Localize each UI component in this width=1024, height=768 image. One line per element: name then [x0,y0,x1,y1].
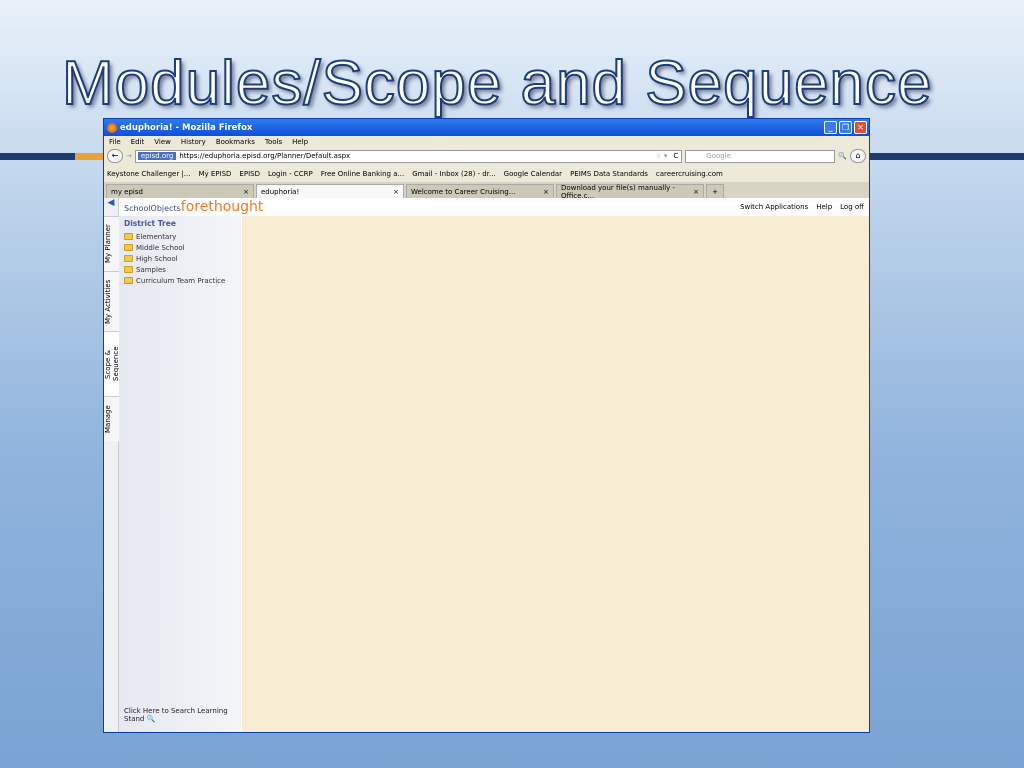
title-bar: eduphoria! - Mozilla Firefox _ ❐ ✕ [104,119,869,136]
navigation-bar: ← → episd.org https://eduphoria.episd.or… [104,147,869,165]
menu-file[interactable]: File [109,138,121,146]
main-workspace [242,216,869,732]
menu-history[interactable]: History [181,138,206,146]
bookmark-item[interactable]: EPISD [239,170,260,178]
bookmark-item[interactable]: Login - CCRP [268,170,313,178]
close-tab-icon[interactable]: × [243,188,249,196]
folder-icon [124,233,133,240]
window-title: eduphoria! - Mozilla Firefox [120,122,253,133]
bookmarks-toolbar: Keystone Challenger |... My EPISD EPISD … [104,165,869,182]
menu-tools[interactable]: Tools [265,138,282,146]
folder-icon [124,277,133,284]
bookmark-item[interactable]: PEIMS Data Standards [570,170,648,178]
tab-download[interactable]: Download your file(s) manually - Office.… [556,184,704,200]
forward-button[interactable]: → [126,152,132,160]
tab-my-episd[interactable]: my episd × [106,184,254,198]
close-tab-icon[interactable]: × [693,188,699,196]
bookmark-item[interactable]: My EPISD [198,170,231,178]
divider-accent [75,153,103,160]
tree-node-curriculum-team-practice[interactable]: Curriculum Team Practice [119,275,241,286]
menu-edit[interactable]: Edit [131,138,145,146]
bookmark-item[interactable]: Keystone Challenger |... [107,170,190,178]
tab-label: my episd [111,187,143,196]
close-button[interactable]: ✕ [854,121,867,134]
site-identity[interactable]: episd.org [137,152,177,160]
close-tab-icon[interactable]: × [393,188,399,196]
search-input[interactable]: Google [685,149,836,163]
page-content: SchoolObjectsforethought Switch Applicat… [104,198,869,732]
slide-title: Modules/Scope and Sequence [61,48,933,119]
menu-view[interactable]: View [154,138,171,146]
vtab-manage[interactable]: Manage [104,396,119,441]
bookmark-item[interactable]: careercruising.com [656,170,723,178]
tab-eduphoria[interactable]: eduphoria! × [256,184,404,198]
close-tab-icon[interactable]: × [543,188,549,196]
firefox-window: eduphoria! - Mozilla Firefox _ ❐ ✕ File … [103,118,870,733]
app-header: SchoolObjectsforethought Switch Applicat… [104,198,869,216]
vtab-scope-sequence[interactable]: Scope & Sequence [104,331,120,396]
bookmark-item[interactable]: Gmail - Inbox (28) - dr... [412,170,495,178]
firefox-icon [107,122,117,133]
switch-applications-button[interactable]: Switch Applications [740,203,808,211]
back-button[interactable]: ← [107,149,123,163]
tree-node-samples[interactable]: Samples [119,264,241,275]
bookmark-item[interactable]: Free Online Banking a... [321,170,404,178]
log-off-link[interactable]: Log off [840,203,864,211]
tab-label: eduphoria! [261,187,300,196]
reload-icon[interactable]: C [673,152,681,160]
tab-label: Welcome to Career Cruising... [411,187,516,196]
forethought-logo: SchoolObjectsforethought [124,199,264,215]
new-tab-button[interactable]: + [706,184,724,198]
search-icon[interactable]: 🔍 [838,152,847,160]
tree-node-high-school[interactable]: High School [119,253,241,264]
url-text: https://eduphoria.episd.org/Planner/Defa… [179,152,351,160]
tree-node-elementary[interactable]: Elementary [119,231,241,242]
tree-node-middle-school[interactable]: Middle School [119,242,241,253]
vtab-my-activities[interactable]: My Activities [104,271,119,331]
magnifier-icon: 🔍 [146,715,156,723]
tab-strip: my episd × eduphoria! × Welcome to Career … [104,182,869,200]
tree-heading: District Tree [124,219,176,228]
url-bar[interactable]: episd.org https://eduphoria.episd.org/Pl… [134,149,683,163]
menu-help[interactable]: Help [292,138,308,146]
vtab-my-planner[interactable]: My Planner [104,216,119,271]
folder-icon [124,266,133,273]
folder-icon [124,244,133,251]
home-button[interactable]: ⌂ [850,149,866,163]
restore-button[interactable]: ❐ [839,121,852,134]
collapse-icon[interactable]: ◀ [104,198,118,216]
vertical-tabs: ◀ My Planner My Activities Scope & Seque… [104,198,120,732]
bookmark-star-icon[interactable]: ☆ ▾ [655,152,670,160]
district-tree-panel: District Tree Elementary Middle School H… [119,216,241,732]
search-learning-standards-link[interactable]: Click Here to Search Learning Stand 🔍 [124,707,241,723]
menu-bar: File Edit View History Bookmarks Tools H… [104,136,869,147]
bookmark-item[interactable]: Google Calendar [504,170,562,178]
menu-bookmarks[interactable]: Bookmarks [216,138,255,146]
help-link[interactable]: Help [816,203,832,211]
tab-career-cruising[interactable]: Welcome to Career Cruising... × [406,184,554,198]
minimize-button[interactable]: _ [824,121,837,134]
folder-icon [124,255,133,262]
